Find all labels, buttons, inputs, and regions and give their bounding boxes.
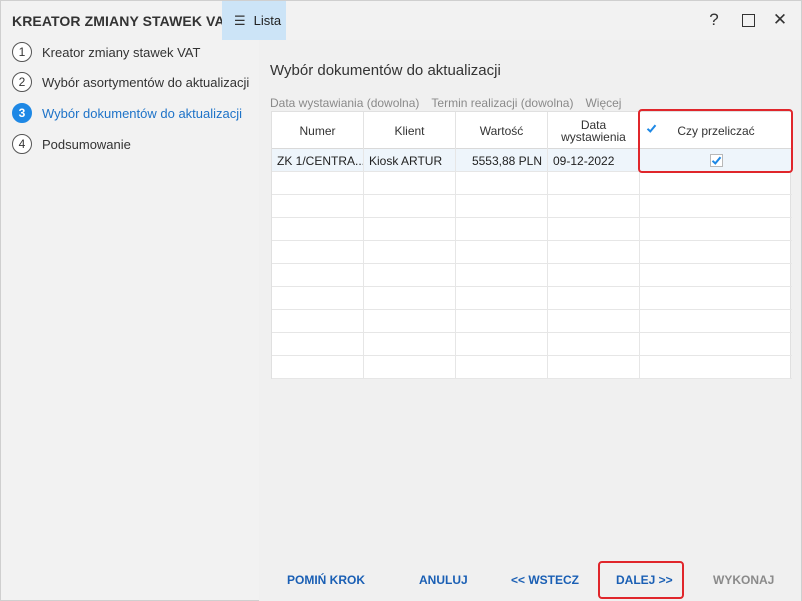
- cell-klient: Kiosk ARTUR: [364, 149, 456, 172]
- step-4[interactable]: 4 Podsumowanie: [12, 134, 131, 154]
- highlight-next-button: [598, 561, 684, 599]
- step-label: Wybór asortymentów do aktualizacji: [42, 74, 250, 90]
- section-title: Wybór dokumentów do aktualizacji: [270, 62, 501, 79]
- help-button[interactable]: ?: [704, 10, 724, 30]
- empty-row: [272, 218, 792, 241]
- close-button[interactable]: ✕: [770, 10, 790, 30]
- wizard-window: KREATOR ZMIANY STAWEK VAT ☰ Lista ? ✕ 1 …: [0, 0, 802, 601]
- step-label: Podsumowanie: [42, 136, 131, 152]
- step-2[interactable]: 2 Wybór asortymentów do aktualizacji: [12, 72, 249, 92]
- step-number: 1: [12, 42, 32, 62]
- step-1[interactable]: 1 Kreator zmiany stawek VAT: [12, 42, 200, 62]
- window-title: KREATOR ZMIANY STAWEK VAT: [12, 13, 233, 29]
- cancel-button[interactable]: ANULUJ: [419, 573, 468, 587]
- column-header-klient[interactable]: Klient: [364, 112, 456, 149]
- title-bar: KREATOR ZMIANY STAWEK VAT ☰ Lista ? ✕: [1, 1, 801, 40]
- lista-tab-label: Lista: [253, 13, 282, 28]
- close-icon: ✕: [772, 10, 788, 29]
- column-header-data[interactable]: Data wystawienia: [548, 112, 640, 149]
- empty-row: [272, 264, 792, 287]
- wizard-footer: POMIŃ KROK ANULUJ << WSTECZ DALEJ >> WYK…: [259, 560, 801, 601]
- empty-row: [272, 241, 792, 264]
- maximize-icon: [741, 13, 755, 27]
- back-button[interactable]: << WSTECZ: [511, 573, 579, 587]
- filter-bar: Data wystawiania (dowolna) Termin realiz…: [270, 96, 621, 110]
- cell-numer: ZK 1/CENTRA...: [272, 149, 364, 172]
- steps-sidebar: 1 Kreator zmiany stawek VAT 2 Wybór asor…: [1, 40, 259, 600]
- step-number: 4: [12, 134, 32, 154]
- maximize-button[interactable]: [738, 10, 758, 30]
- filter-due-date[interactable]: Termin realizacji (dowolna): [431, 96, 573, 110]
- step-label: Wybór dokumentów do aktualizacji: [42, 105, 243, 121]
- filter-more[interactable]: Więcej: [585, 96, 621, 110]
- empty-row: [272, 195, 792, 218]
- empty-row: [272, 172, 792, 195]
- step-3[interactable]: 3 Wybór dokumentów do aktualizacji: [12, 103, 242, 123]
- execute-button[interactable]: WYKONAJ: [713, 573, 774, 587]
- hamburger-menu-icon: ☰: [234, 12, 246, 28]
- empty-row: [272, 356, 792, 379]
- empty-row: [272, 333, 792, 356]
- empty-row: [272, 310, 792, 333]
- filter-issue-date[interactable]: Data wystawiania (dowolna): [270, 96, 419, 110]
- step-number: 2: [12, 72, 32, 92]
- step-label: Kreator zmiany stawek VAT: [42, 44, 201, 60]
- help-icon: ?: [709, 10, 719, 29]
- column-header-numer[interactable]: Numer: [272, 112, 364, 149]
- main-content: Wybór dokumentów do aktualizacji Data wy…: [259, 40, 801, 560]
- cell-data: 09-12-2022: [548, 149, 640, 172]
- skip-step-button[interactable]: POMIŃ KROK: [287, 573, 365, 587]
- lista-tab[interactable]: ☰ Lista: [222, 1, 286, 40]
- cell-wartosc: 5553,88 PLN: [456, 149, 548, 172]
- empty-row: [272, 287, 792, 310]
- column-header-wartosc[interactable]: Wartość: [456, 112, 548, 149]
- highlight-przeliczac-column: [638, 109, 793, 173]
- step-number: 3: [12, 103, 32, 123]
